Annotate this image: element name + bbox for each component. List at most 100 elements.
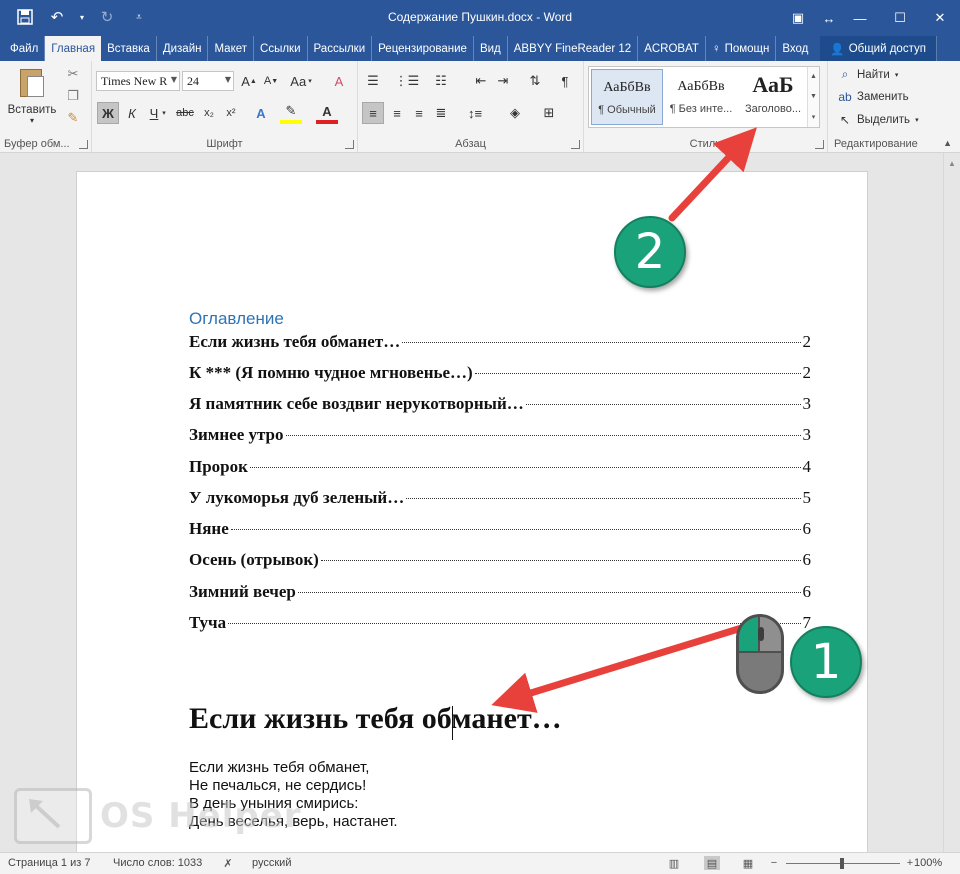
- chevron-up-icon[interactable]: ▲: [810, 73, 817, 80]
- tab-home[interactable]: Главная: [45, 36, 102, 61]
- clipboard-launcher-icon[interactable]: [79, 140, 88, 149]
- paragraph-group-label: Абзац: [455, 138, 486, 150]
- format-painter-icon[interactable]: ✎: [64, 109, 82, 127]
- cut-icon[interactable]: ✂: [64, 65, 82, 83]
- maximize-button[interactable]: ☐: [880, 0, 920, 36]
- print-layout-icon[interactable]: ▤: [704, 856, 720, 870]
- align-center-icon[interactable]: ≡: [386, 102, 408, 124]
- font-size-box[interactable]: 24 ▼: [182, 71, 234, 91]
- zoom-slider-thumb[interactable]: [840, 858, 844, 869]
- toc-entry-page: 6: [802, 519, 812, 538]
- decrease-indent-icon[interactable]: ⇤: [470, 70, 492, 92]
- toc-entry[interactable]: Туча 7: [189, 613, 811, 635]
- align-right-icon[interactable]: ≡: [408, 102, 430, 124]
- chevron-down-icon[interactable]: ▼: [810, 93, 817, 100]
- style-heading-1[interactable]: АаБ Заголово...: [737, 69, 809, 125]
- tab-tell-me[interactable]: ♀ Помощн: [706, 36, 777, 61]
- web-layout-icon[interactable]: ▦: [740, 856, 756, 870]
- tab-acrobat[interactable]: ACROBAT: [638, 36, 706, 61]
- tab-abbyy[interactable]: ABBYY FineReader 12: [508, 36, 639, 61]
- toc-entry-title: У лукоморья дуб зеленый…: [189, 488, 405, 507]
- toc-entry[interactable]: Зимнее утро 3: [189, 425, 811, 447]
- document-heading[interactable]: Если жизнь тебя обманет…: [189, 702, 562, 736]
- paragraph-launcher-icon[interactable]: [571, 140, 580, 149]
- resize-icon[interactable]: ↔: [818, 0, 840, 36]
- more-styles-icon[interactable]: ▾: [812, 113, 816, 121]
- read-mode-icon[interactable]: ▥: [666, 856, 682, 870]
- language-indicator[interactable]: русский: [252, 857, 291, 869]
- shrink-font-icon[interactable]: A ▼: [260, 70, 282, 92]
- sign-in-link[interactable]: Вход: [776, 36, 814, 61]
- tab-view[interactable]: Вид: [474, 36, 508, 61]
- underline-dropdown-icon[interactable]: ▾: [159, 102, 169, 124]
- word-count[interactable]: Число слов: 1033: [113, 857, 202, 869]
- tab-layout[interactable]: Макет: [208, 36, 255, 61]
- font-name-box[interactable]: Times New R ▼: [96, 71, 180, 91]
- collapse-ribbon-icon[interactable]: ▲: [943, 138, 952, 148]
- text-effects-icon[interactable]: A: [250, 102, 272, 124]
- minimize-button[interactable]: —: [840, 0, 880, 36]
- proofing-icon[interactable]: ✗: [220, 856, 236, 870]
- replace-button[interactable]: ab Заменить: [838, 90, 908, 104]
- increase-indent-icon[interactable]: ⇥: [492, 70, 514, 92]
- toc-entry[interactable]: Зимний вечер 6: [189, 582, 811, 604]
- tab-review[interactable]: Рецензирование: [372, 36, 474, 61]
- styles-launcher-icon[interactable]: [815, 140, 824, 149]
- toc-entry[interactable]: Няне 6: [189, 519, 811, 541]
- share-button[interactable]: 👤 Общий доступ: [820, 36, 937, 61]
- toc-entry[interactable]: Осень (отрывок) 6: [189, 550, 811, 572]
- clear-formatting-icon[interactable]: A: [328, 70, 350, 92]
- multilevel-list-icon[interactable]: ☷: [430, 70, 452, 92]
- show-formatting-marks-icon[interactable]: ¶: [554, 70, 576, 92]
- tab-file[interactable]: Файл: [4, 36, 46, 61]
- justify-icon[interactable]: ≣: [430, 102, 452, 124]
- close-button[interactable]: ✕: [920, 0, 960, 36]
- find-button[interactable]: ⌕ Найти ▾: [838, 67, 899, 82]
- style-no-spacing[interactable]: АаБбВв ¶ Без инте...: [665, 69, 737, 125]
- shading-icon[interactable]: ◈: [504, 102, 526, 124]
- font-color-icon[interactable]: A: [316, 102, 338, 124]
- scroll-up-icon[interactable]: ▲: [948, 159, 956, 168]
- line-spacing-icon[interactable]: ↕≡: [464, 102, 486, 124]
- toc-entry[interactable]: Если жизнь тебя обманет… 2: [189, 332, 811, 354]
- ribbon-display-options-icon[interactable]: ▣: [778, 0, 818, 36]
- zoom-level[interactable]: 100%: [914, 857, 942, 869]
- ribbon: Вставить ▾ ✂ ❐ ✎ Буфер обм... Times New …: [0, 61, 960, 153]
- tab-insert[interactable]: Вставка: [101, 36, 157, 61]
- toc-leader: [474, 373, 801, 374]
- strikethrough-button[interactable]: abc: [172, 102, 198, 124]
- change-case-button[interactable]: Aa ▾: [286, 70, 316, 92]
- tab-design[interactable]: Дизайн: [157, 36, 209, 61]
- toc-entry[interactable]: Я памятник себе воздвиг нерукотворный… 3: [189, 394, 811, 416]
- bullets-icon[interactable]: ☰: [362, 70, 384, 92]
- bold-button[interactable]: Ж: [97, 102, 119, 124]
- align-left-icon[interactable]: ≡: [362, 102, 384, 124]
- toc-entry[interactable]: У лукоморья дуб зеленый… 5: [189, 488, 811, 510]
- paste-dropdown-icon[interactable]: ▾: [30, 116, 34, 125]
- document-page[interactable]: Оглавление Если жизнь тебя обманет… 2 К *…: [76, 171, 868, 852]
- toc-entry[interactable]: К *** (Я помню чудное мгновенье…) 2: [189, 363, 811, 385]
- copy-icon[interactable]: ❐: [64, 87, 82, 105]
- paste-button[interactable]: Вставить ▾: [6, 66, 58, 128]
- toc-entry-title: Если жизнь тебя обманет…: [189, 332, 401, 351]
- vertical-scrollbar[interactable]: ▲: [943, 153, 960, 852]
- tab-references[interactable]: Ссылки: [254, 36, 308, 61]
- sort-icon[interactable]: ⇅: [524, 70, 546, 92]
- italic-button[interactable]: К: [121, 102, 143, 124]
- borders-icon[interactable]: ⊞: [538, 102, 560, 124]
- styles-gallery-scroll[interactable]: ▲ ▼ ▾: [807, 67, 819, 127]
- superscript-button[interactable]: x²: [220, 102, 242, 124]
- select-button[interactable]: ↖ Выделить ▾: [838, 113, 919, 127]
- styles-gallery: АаБбВв ¶ Обычный АаБбВв ¶ Без инте... Аа…: [588, 66, 820, 128]
- grow-font-icon[interactable]: A ▲: [238, 70, 260, 92]
- tab-mailings[interactable]: Рассылки: [308, 36, 373, 61]
- toc-entry[interactable]: Пророк 4: [189, 457, 811, 479]
- toc-entry-page: 2: [802, 332, 812, 351]
- style-normal[interactable]: АаБбВв ¶ Обычный: [591, 69, 663, 125]
- subscript-button[interactable]: x₂: [198, 102, 220, 124]
- font-launcher-icon[interactable]: [345, 140, 354, 149]
- highlight-color-icon[interactable]: ✎: [280, 102, 302, 124]
- zoom-out-icon[interactable]: −: [766, 856, 782, 870]
- page-count[interactable]: Страница 1 из 7: [8, 857, 90, 869]
- numbering-icon[interactable]: ⋮☰: [395, 70, 420, 92]
